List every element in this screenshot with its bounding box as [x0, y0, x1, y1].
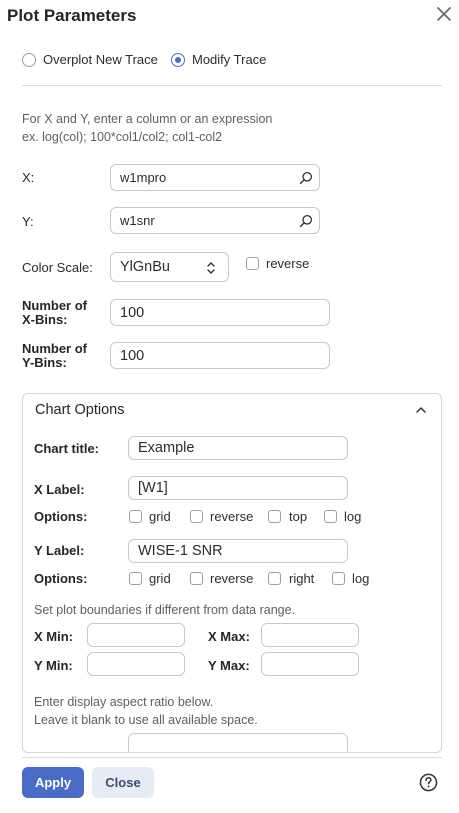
- y-column-input[interactable]: w1snr: [110, 207, 320, 234]
- y-log-label: log: [352, 571, 370, 586]
- x-top-checkbox[interactable]: [268, 510, 281, 523]
- y-reverse-label: reverse: [210, 571, 254, 586]
- color-scale-label: Color Scale:: [22, 260, 93, 275]
- ybins-label-line2: Y-Bins:: [22, 355, 67, 370]
- x-max-input[interactable]: [261, 623, 359, 647]
- apply-button[interactable]: Apply: [22, 767, 84, 798]
- color-scale-select[interactable]: YlGnBu: [110, 252, 229, 282]
- y-log-checkbox[interactable]: [332, 572, 345, 585]
- aspect-note-line-2: Leave it blank to use all available spac…: [34, 713, 258, 727]
- x-options-label: Options:: [34, 509, 88, 524]
- chart-title-value: Example: [138, 440, 195, 456]
- close-icon[interactable]: [434, 4, 454, 24]
- x-column-input[interactable]: w1mpro: [110, 164, 320, 191]
- instruction-line-2: ex. log(col); 100*col1/col2; col1-col2: [22, 130, 223, 144]
- modify-trace-label[interactable]: Modify Trace: [192, 52, 266, 67]
- xbins-input[interactable]: 100: [110, 299, 330, 326]
- instruction-line-1: For X and Y, enter a column or an expres…: [22, 112, 273, 126]
- footer-divider: [22, 757, 442, 758]
- y-right-label: right: [289, 571, 315, 586]
- overplot-radio[interactable]: [22, 53, 36, 67]
- y-options-label: Options:: [34, 571, 88, 586]
- modify-trace-radio[interactable]: [171, 53, 185, 67]
- ybins-value: 100: [120, 347, 145, 364]
- boundaries-note: Set plot boundaries if different from da…: [34, 603, 296, 617]
- x-reverse-label: reverse: [210, 509, 254, 524]
- ybins-input[interactable]: 100: [110, 342, 330, 369]
- y-right-checkbox[interactable]: [268, 572, 281, 585]
- x-top-label: top: [289, 509, 308, 524]
- y-grid-checkbox[interactable]: [129, 572, 142, 585]
- x-axis-label-label: X Label:: [34, 482, 85, 497]
- y-label: Y:: [22, 214, 34, 229]
- y-column-value: w1snr: [120, 213, 155, 228]
- dialog-title: Plot Parameters: [7, 6, 137, 25]
- x-column-value: w1mpro: [120, 170, 167, 185]
- y-axis-label-input[interactable]: WISE-1 SNR: [128, 539, 348, 563]
- close-button[interactable]: Close: [92, 767, 154, 798]
- x-log-label: log: [344, 509, 362, 524]
- x-grid-checkbox[interactable]: [129, 510, 142, 523]
- overplot-label[interactable]: Overplot New Trace: [43, 52, 158, 67]
- y-min-input[interactable]: [87, 652, 185, 676]
- x-reverse-checkbox[interactable]: [190, 510, 203, 523]
- ybins-label: Number of Y-Bins:: [22, 342, 87, 370]
- y-max-input[interactable]: [261, 652, 359, 676]
- x-min-label: X Min:: [34, 629, 73, 644]
- chart-options-panel: Chart Options Chart title: Example X Lab…: [22, 393, 442, 753]
- xbins-value: 100: [120, 304, 145, 321]
- chart-title-label: Chart title:: [34, 441, 99, 456]
- reverse-color-label: reverse: [266, 256, 310, 271]
- y-axis-label-label: Y Label:: [34, 543, 85, 558]
- divider: [22, 85, 442, 86]
- xbins-label-line2: X-Bins:: [22, 312, 68, 327]
- color-scale-value: YlGnBu: [120, 259, 170, 275]
- xbins-label: Number of X-Bins:: [22, 299, 87, 327]
- x-grid-label: grid: [149, 509, 171, 524]
- search-icon[interactable]: [299, 171, 313, 185]
- aspect-note-line-1: Enter display aspect ratio below.: [34, 695, 214, 709]
- y-grid-label: grid: [149, 571, 171, 586]
- search-icon[interactable]: [299, 214, 313, 228]
- reverse-color-checkbox[interactable]: [246, 257, 259, 270]
- aspect-ratio-input[interactable]: [128, 733, 348, 752]
- ybins-label-line1: Number of: [22, 341, 87, 356]
- chevron-updown-icon: [207, 262, 215, 274]
- x-axis-label-input[interactable]: [W1]: [128, 476, 348, 500]
- x-label: X:: [22, 170, 35, 185]
- x-min-input[interactable]: [87, 623, 185, 647]
- y-reverse-checkbox[interactable]: [190, 572, 203, 585]
- x-log-checkbox[interactable]: [324, 510, 337, 523]
- x-max-label: X Max:: [208, 629, 250, 644]
- chart-options-header[interactable]: Chart Options: [35, 402, 124, 418]
- x-axis-label-value: [W1]: [138, 480, 168, 496]
- chevron-up-icon[interactable]: [415, 404, 427, 416]
- xbins-label-line1: Number of: [22, 298, 87, 313]
- y-max-label: Y Max:: [208, 658, 250, 673]
- y-axis-label-value: WISE-1 SNR: [138, 543, 223, 559]
- y-min-label: Y Min:: [34, 658, 73, 673]
- help-icon[interactable]: [419, 773, 438, 792]
- chart-title-input[interactable]: Example: [128, 436, 348, 460]
